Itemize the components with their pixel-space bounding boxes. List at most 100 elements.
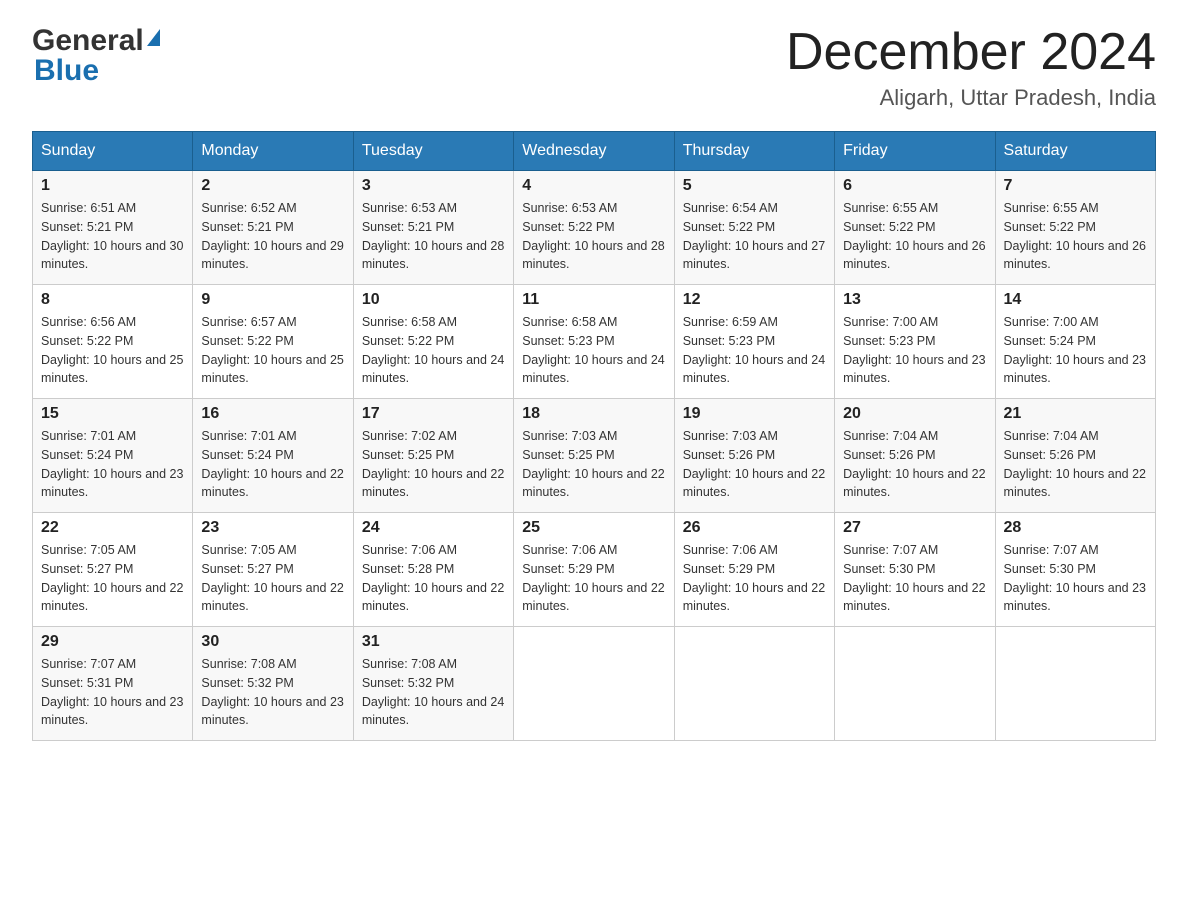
calendar-cell: 30 Sunrise: 7:08 AMSunset: 5:32 PMDayligh… <box>193 627 353 741</box>
day-number: 2 <box>201 177 344 195</box>
calendar-cell <box>995 627 1155 741</box>
calendar-cell: 31 Sunrise: 7:08 AMSunset: 5:32 PMDayligh… <box>353 627 513 741</box>
weekday-header-sunday: Sunday <box>33 132 193 171</box>
day-number: 4 <box>522 177 665 195</box>
weekday-header-wednesday: Wednesday <box>514 132 674 171</box>
page-header: General Blue December 2024 Aligarh, Utta… <box>32 24 1156 111</box>
calendar-body: 1 Sunrise: 6:51 AMSunset: 5:21 PMDaylight… <box>33 171 1156 741</box>
calendar-cell <box>835 627 995 741</box>
logo-general: General <box>32 24 144 58</box>
calendar-cell: 25Sunrise: 7:06 AMSunset: 5:29 PMDayligh… <box>514 513 674 627</box>
weekday-header-saturday: Saturday <box>995 132 1155 171</box>
calendar-cell: 3 Sunrise: 6:53 AMSunset: 5:21 PMDaylight… <box>353 171 513 285</box>
weekday-header-tuesday: Tuesday <box>353 132 513 171</box>
day-number: 13 <box>843 291 986 309</box>
day-info: Sunrise: 7:08 AMSunset: 5:32 PMDaylight:… <box>201 655 344 730</box>
day-info: Sunrise: 7:07 AMSunset: 5:31 PMDaylight:… <box>41 655 184 730</box>
day-number: 12 <box>683 291 826 309</box>
day-number: 7 <box>1004 177 1147 195</box>
calendar-cell: 8 Sunrise: 6:56 AMSunset: 5:22 PMDaylight… <box>33 285 193 399</box>
day-info: Sunrise: 7:08 AMSunset: 5:32 PMDaylight:… <box>362 655 505 730</box>
calendar-cell: 6 Sunrise: 6:55 AMSunset: 5:22 PMDaylight… <box>835 171 995 285</box>
day-info: Sunrise: 6:51 AMSunset: 5:21 PMDaylight:… <box>41 199 184 274</box>
day-info: Sunrise: 6:58 AMSunset: 5:23 PMDaylight:… <box>522 313 665 388</box>
weekday-header-monday: Monday <box>193 132 353 171</box>
day-info: Sunrise: 7:00 AMSunset: 5:24 PMDaylight:… <box>1004 313 1147 388</box>
day-info: Sunrise: 7:06 AMSunset: 5:29 PMDaylight:… <box>683 541 826 616</box>
calendar-cell: 24 Sunrise: 7:06 AMSunset: 5:28 PMDayligh… <box>353 513 513 627</box>
calendar-cell: 9Sunrise: 6:57 AMSunset: 5:22 PMDaylight… <box>193 285 353 399</box>
day-number: 18 <box>522 405 665 423</box>
day-number: 24 <box>362 519 505 537</box>
calendar-week-row: 8 Sunrise: 6:56 AMSunset: 5:22 PMDaylight… <box>33 285 1156 399</box>
calendar-cell: 27 Sunrise: 7:07 AMSunset: 5:30 PMDayligh… <box>835 513 995 627</box>
day-number: 29 <box>41 633 184 651</box>
day-number: 1 <box>41 177 184 195</box>
calendar-cell: 7Sunrise: 6:55 AMSunset: 5:22 PMDaylight… <box>995 171 1155 285</box>
weekday-header-row: SundayMondayTuesdayWednesdayThursdayFrid… <box>33 132 1156 171</box>
calendar-cell: 4 Sunrise: 6:53 AMSunset: 5:22 PMDaylight… <box>514 171 674 285</box>
day-info: Sunrise: 7:07 AMSunset: 5:30 PMDaylight:… <box>1004 541 1147 616</box>
day-number: 20 <box>843 405 986 423</box>
calendar-cell: 21 Sunrise: 7:04 AMSunset: 5:26 PMDayligh… <box>995 399 1155 513</box>
calendar-cell: 17Sunrise: 7:02 AMSunset: 5:25 PMDayligh… <box>353 399 513 513</box>
calendar-cell: 10 Sunrise: 6:58 AMSunset: 5:22 PMDayligh… <box>353 285 513 399</box>
calendar-cell: 5 Sunrise: 6:54 AMSunset: 5:22 PMDaylight… <box>674 171 834 285</box>
calendar-table: SundayMondayTuesdayWednesdayThursdayFrid… <box>32 131 1156 741</box>
calendar-cell: 13 Sunrise: 7:00 AMSunset: 5:23 PMDayligh… <box>835 285 995 399</box>
day-number: 10 <box>362 291 505 309</box>
day-info: Sunrise: 7:04 AMSunset: 5:26 PMDaylight:… <box>1004 427 1147 502</box>
calendar-cell <box>514 627 674 741</box>
calendar-cell: 1 Sunrise: 6:51 AMSunset: 5:21 PMDaylight… <box>33 171 193 285</box>
day-number: 21 <box>1004 405 1147 423</box>
day-info: Sunrise: 7:04 AMSunset: 5:26 PMDaylight:… <box>843 427 986 502</box>
day-info: Sunrise: 7:06 AMSunset: 5:28 PMDaylight:… <box>362 541 505 616</box>
calendar-header: SundayMondayTuesdayWednesdayThursdayFrid… <box>33 132 1156 171</box>
calendar-cell: 28 Sunrise: 7:07 AMSunset: 5:30 PMDayligh… <box>995 513 1155 627</box>
calendar-cell: 15 Sunrise: 7:01 AMSunset: 5:24 PMDayligh… <box>33 399 193 513</box>
day-info: Sunrise: 7:01 AMSunset: 5:24 PMDaylight:… <box>201 427 344 502</box>
day-info: Sunrise: 7:03 AMSunset: 5:25 PMDaylight:… <box>522 427 665 502</box>
day-info: Sunrise: 6:55 AMSunset: 5:22 PMDaylight:… <box>843 199 986 274</box>
day-number: 30 <box>201 633 344 651</box>
day-info: Sunrise: 6:53 AMSunset: 5:22 PMDaylight:… <box>522 199 665 274</box>
calendar-cell: 16 Sunrise: 7:01 AMSunset: 5:24 PMDayligh… <box>193 399 353 513</box>
day-number: 9 <box>201 291 344 309</box>
calendar-cell: 26Sunrise: 7:06 AMSunset: 5:29 PMDayligh… <box>674 513 834 627</box>
day-info: Sunrise: 7:01 AMSunset: 5:24 PMDaylight:… <box>41 427 184 502</box>
calendar-week-row: 1 Sunrise: 6:51 AMSunset: 5:21 PMDaylight… <box>33 171 1156 285</box>
day-number: 3 <box>362 177 505 195</box>
calendar-cell: 11 Sunrise: 6:58 AMSunset: 5:23 PMDayligh… <box>514 285 674 399</box>
day-number: 19 <box>683 405 826 423</box>
day-number: 16 <box>201 405 344 423</box>
day-info: Sunrise: 6:58 AMSunset: 5:22 PMDaylight:… <box>362 313 505 388</box>
calendar-week-row: 22 Sunrise: 7:05 AMSunset: 5:27 PMDayligh… <box>33 513 1156 627</box>
day-info: Sunrise: 7:07 AMSunset: 5:30 PMDaylight:… <box>843 541 986 616</box>
day-number: 25 <box>522 519 665 537</box>
day-number: 27 <box>843 519 986 537</box>
day-number: 8 <box>41 291 184 309</box>
calendar-title: December 2024 <box>786 24 1156 81</box>
day-number: 14 <box>1004 291 1147 309</box>
day-info: Sunrise: 7:00 AMSunset: 5:23 PMDaylight:… <box>843 313 986 388</box>
day-number: 6 <box>843 177 986 195</box>
day-number: 5 <box>683 177 826 195</box>
calendar-subtitle: Aligarh, Uttar Pradesh, India <box>786 85 1156 111</box>
logo-blue: Blue <box>34 54 99 88</box>
calendar-cell: 20 Sunrise: 7:04 AMSunset: 5:26 PMDayligh… <box>835 399 995 513</box>
day-info: Sunrise: 6:54 AMSunset: 5:22 PMDaylight:… <box>683 199 826 274</box>
day-info: Sunrise: 7:02 AMSunset: 5:25 PMDaylight:… <box>362 427 505 502</box>
day-number: 22 <box>41 519 184 537</box>
day-info: Sunrise: 6:56 AMSunset: 5:22 PMDaylight:… <box>41 313 184 388</box>
day-number: 15 <box>41 405 184 423</box>
weekday-header-friday: Friday <box>835 132 995 171</box>
day-number: 28 <box>1004 519 1147 537</box>
day-number: 31 <box>362 633 505 651</box>
weekday-header-thursday: Thursday <box>674 132 834 171</box>
day-number: 11 <box>522 291 665 309</box>
calendar-cell: 19Sunrise: 7:03 AMSunset: 5:26 PMDayligh… <box>674 399 834 513</box>
day-info: Sunrise: 6:53 AMSunset: 5:21 PMDaylight:… <box>362 199 505 274</box>
calendar-cell: 23Sunrise: 7:05 AMSunset: 5:27 PMDayligh… <box>193 513 353 627</box>
day-info: Sunrise: 7:05 AMSunset: 5:27 PMDaylight:… <box>201 541 344 616</box>
day-info: Sunrise: 6:59 AMSunset: 5:23 PMDaylight:… <box>683 313 826 388</box>
